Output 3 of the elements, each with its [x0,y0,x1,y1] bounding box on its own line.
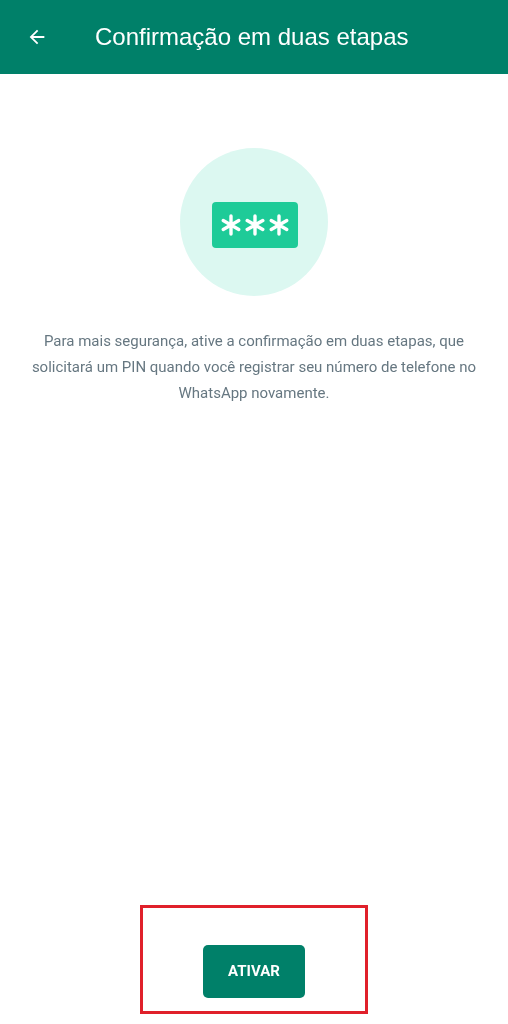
activate-button[interactable]: ATIVAR [203,945,305,998]
screen-title: Confirmação em duas etapas [95,22,409,52]
description-text: Para mais segurança, ative a confirmação em duas etapas, que solicitará um PIN quando você registrar seu número de telefone no WhatsApp novamente. [30,331,478,404]
